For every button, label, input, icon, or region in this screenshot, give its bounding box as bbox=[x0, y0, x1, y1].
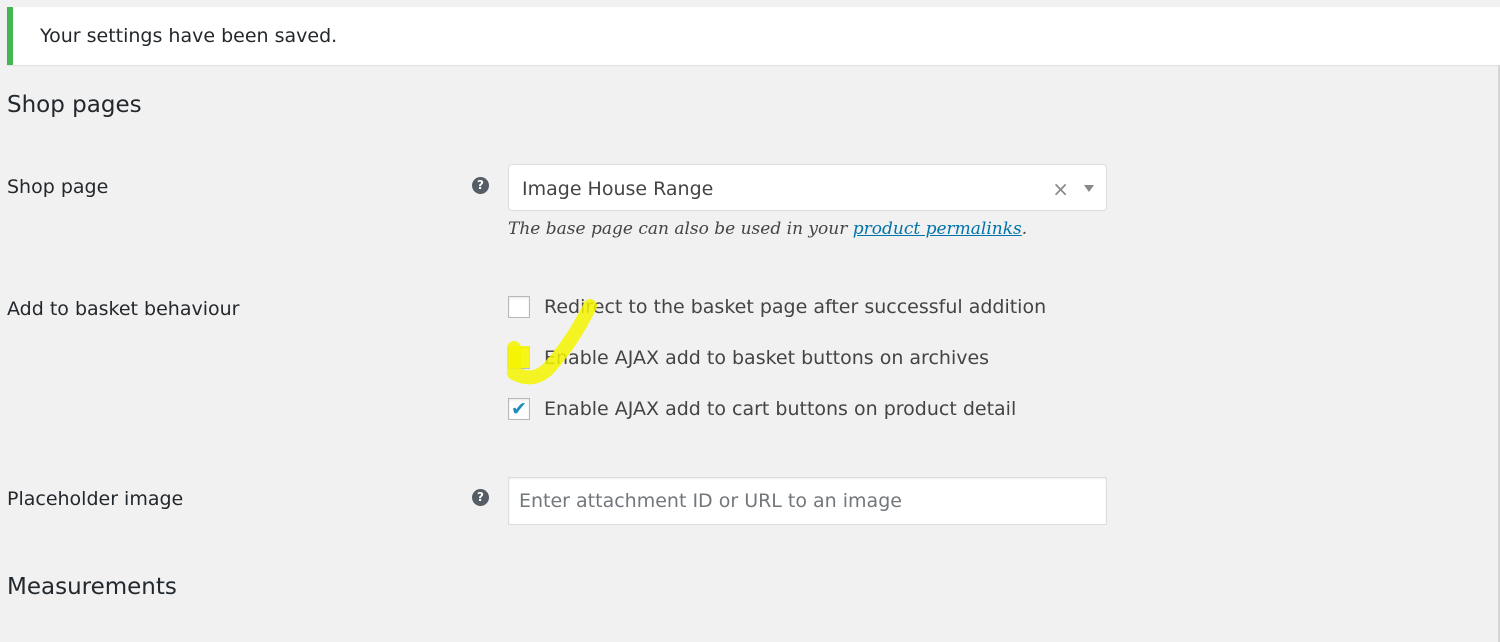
ajax-product-detail-checkbox[interactable]: ✔ bbox=[508, 398, 530, 420]
add-to-basket-label: Add to basket behaviour bbox=[7, 298, 240, 320]
shop-page-selected-value: Image House Range bbox=[522, 178, 714, 200]
section-title-shop-pages: Shop pages bbox=[7, 92, 142, 118]
ajax-product-detail-label[interactable]: Enable AJAX add to cart buttons on produ… bbox=[544, 398, 1016, 420]
notice-message: Your settings have been saved. bbox=[40, 25, 338, 47]
ajax-archives-label[interactable]: Enable AJAX add to basket buttons on arc… bbox=[544, 347, 989, 369]
shop-page-select[interactable]: Image House Range × bbox=[508, 164, 1107, 211]
placeholder-image-label: Placeholder image bbox=[7, 488, 184, 510]
check-icon: ✔ bbox=[511, 398, 527, 420]
ajax-archives-checkbox[interactable] bbox=[508, 347, 530, 369]
redirect-to-basket-checkbox[interactable] bbox=[508, 296, 530, 318]
clear-selection-icon[interactable]: × bbox=[1052, 177, 1069, 201]
description-suffix: . bbox=[1021, 219, 1028, 239]
product-permalinks-link[interactable]: product permalinks bbox=[853, 219, 1022, 239]
shop-page-help-icon[interactable]: ? bbox=[472, 177, 489, 194]
section-title-measurements: Measurements bbox=[7, 574, 177, 600]
settings-saved-notice: Your settings have been saved. bbox=[7, 7, 1500, 65]
shop-page-label: Shop page bbox=[7, 176, 109, 198]
placeholder-image-input[interactable] bbox=[508, 477, 1107, 525]
description-prefix: The base page can also be used in your bbox=[508, 219, 853, 239]
placeholder-image-help-icon[interactable]: ? bbox=[472, 489, 489, 506]
shop-page-description: The base page can also be used in your p… bbox=[508, 219, 1027, 239]
redirect-to-basket-label[interactable]: Redirect to the basket page after succes… bbox=[544, 296, 1046, 318]
chevron-down-icon[interactable] bbox=[1084, 185, 1094, 192]
